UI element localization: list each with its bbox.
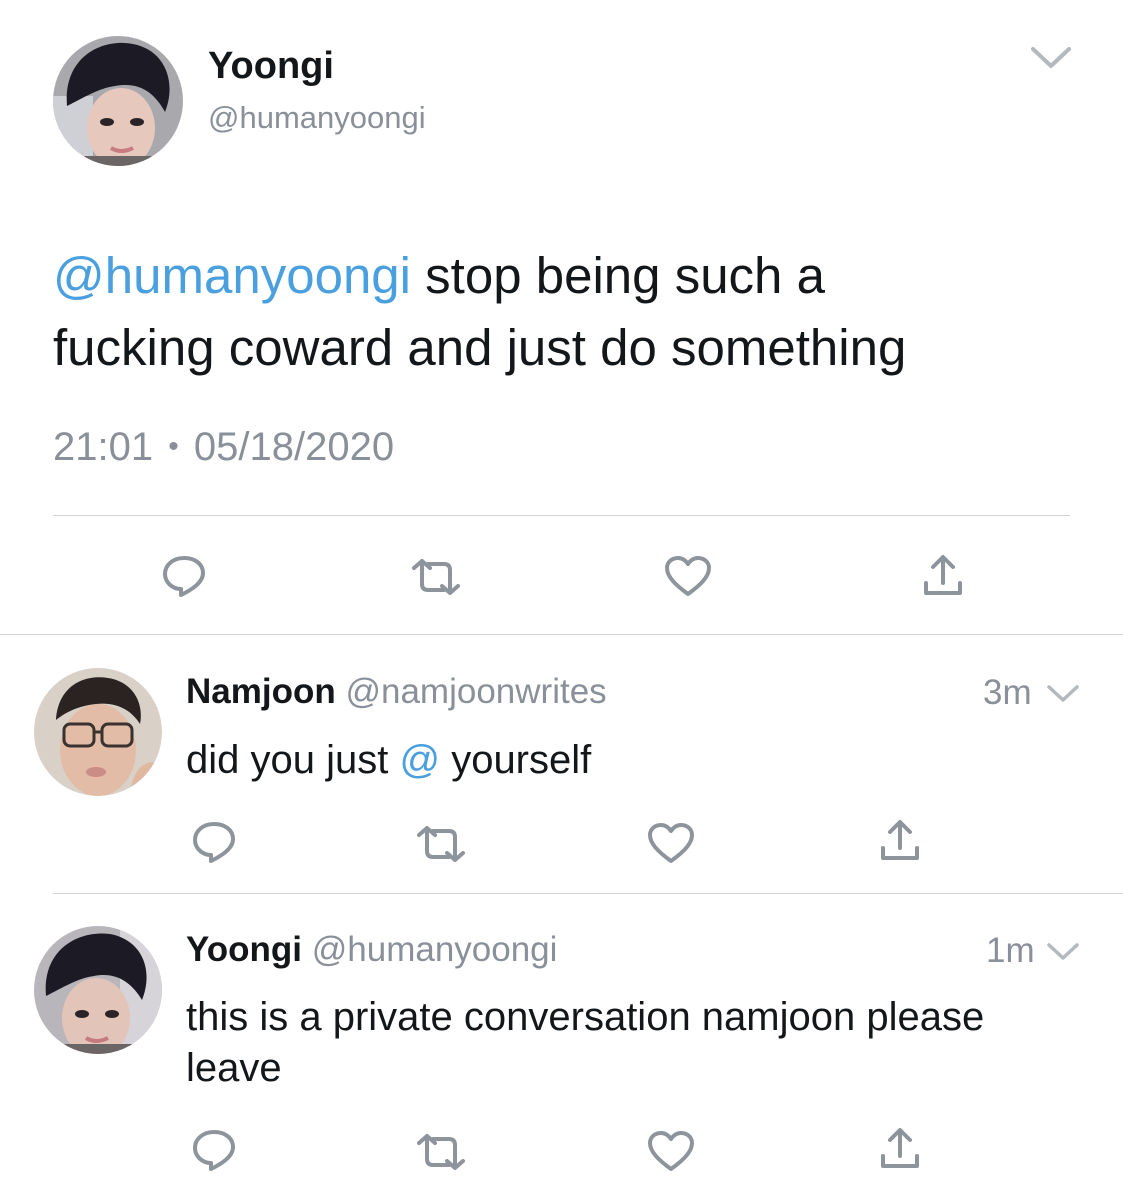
like-icon[interactable] [647,822,695,864]
main-tweet-text: @humanyoongi stop being such a fucking c… [53,240,906,384]
share-icon[interactable] [921,553,965,597]
tweet-date: 05/18/2020 [193,425,395,469]
reply-author-handle[interactable]: @namjoonwrites [345,672,606,711]
retweet-icon[interactable] [410,558,462,596]
reply-icon[interactable] [161,554,207,598]
reply-text: did you just @ yourself [186,736,591,784]
chevron-down-icon[interactable] [1046,942,1080,962]
reply-text-after: yourself [440,738,592,782]
tweet-text-line1: stop being such a [411,247,825,304]
reply-avatar[interactable] [34,926,162,1054]
timestamp-separator: • [168,430,179,463]
share-icon[interactable] [878,1126,922,1170]
chevron-down-icon[interactable] [1046,684,1080,704]
reply-author-name[interactable]: Yoongi [186,930,302,969]
retweet-icon[interactable] [415,825,467,863]
reply-header: Namjoon @namjoonwrites [186,671,607,713]
reply-text: this is a private conversation namjoon p… [186,992,984,1094]
divider [53,893,1123,894]
divider [0,634,1123,635]
reply-header: Yoongi @humanyoongi [186,929,557,971]
reply-text-line1: this is a private conversation namjoon p… [186,995,985,1039]
avatar-yoongi-image [34,926,162,1054]
reply-icon[interactable] [191,820,237,864]
retweet-icon[interactable] [415,1133,467,1171]
chevron-down-icon[interactable] [1030,46,1072,70]
avatar-namjoon-image [34,668,162,796]
main-author-handle[interactable]: @humanyoongi [208,99,426,137]
divider [53,515,1070,516]
tweet-timestamp[interactable]: 21:01 • 05/18/2020 [53,423,394,475]
avatar-yoongi-image [53,36,183,166]
reply-age: 3m [983,673,1032,712]
reply-icon[interactable] [191,1128,237,1172]
reply-avatar[interactable] [34,668,162,796]
main-tweet-avatar[interactable] [53,36,183,166]
mention-link[interactable]: @ [399,738,440,782]
share-icon[interactable] [878,818,922,862]
reply-text-before: did you just [186,738,400,782]
reply-author-name[interactable]: Namjoon [186,672,336,711]
reply-text-line2: leave [186,1046,282,1090]
tweet-text-line2: fucking coward and just do something [53,319,907,376]
reply-author-handle[interactable]: @humanyoongi [312,930,558,969]
like-icon[interactable] [647,1130,695,1172]
mention-link[interactable]: @humanyoongi [53,247,411,304]
reply-age: 1m [986,931,1035,970]
main-author-name[interactable]: Yoongi [208,44,334,88]
like-icon[interactable] [664,555,712,597]
tweet-time: 21:01 [53,425,154,469]
